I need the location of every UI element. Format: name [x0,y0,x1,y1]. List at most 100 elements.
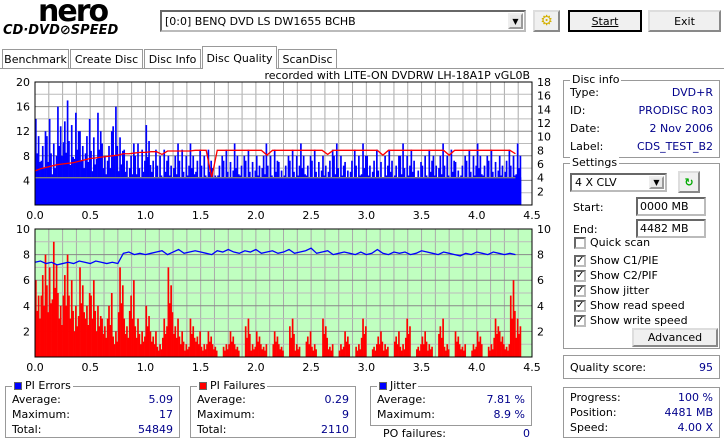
x-tick-label: 2.5 [302,361,320,372]
checkbox-box[interactable]: ✓ [574,284,586,297]
bar-base [277,177,284,205]
pi-failures-title: PI Failures [210,379,266,392]
progress-box: Progress: 100 % Position: 4481 MB Speed: 4.00… [563,387,720,438]
bar-pif [215,350,218,357]
bar-base [244,177,251,205]
checkbox-box[interactable]: ✓ [574,299,586,312]
y2-tick-label: 4 [537,300,544,313]
checkbox-show-c1-pie[interactable]: ✓ Show C1/PIE [574,254,658,267]
tab-disc-info[interactable]: Disc Info [144,49,201,69]
bar-base [404,177,411,205]
bar-base [316,177,323,205]
checkbox-box[interactable]: ✓ [574,269,586,282]
pi-failures-group: PI Failures Average: 0.29 Maximum: 9 Total: 2… [190,379,356,438]
checkbox-box[interactable]: ✓ [574,314,586,327]
y-tick-label: 10 [16,223,30,236]
stat-label: Maximum: [377,408,435,421]
x-tick-label: 1.0 [137,209,155,222]
checkbox-show-jitter[interactable]: ✓ Show jitter [574,284,649,297]
stat-value: 4481 MB [664,406,713,419]
po-failures-row: PO failures: 0 [383,427,532,440]
checkbox-label: Show jitter [590,284,650,297]
advanced-label: Advanced [647,331,703,344]
y2-tick-label: 8 [537,144,544,157]
bar-base [145,177,152,205]
bar-base [206,177,213,205]
bar-base [449,177,455,205]
y-tick-label: 8 [23,150,30,163]
start-input[interactable]: 0000 MB [636,197,706,216]
jitter-title: Jitter [390,379,417,392]
start-button[interactable]: Start [568,10,642,32]
po-failures-value: 0 [523,427,530,440]
bar-base [57,177,63,205]
stat-label: Date: [570,122,600,135]
x-tick-label: 3.5 [413,361,431,372]
chevron-down-icon[interactable]: ▼ [508,13,523,29]
y-tick-label: 4 [23,174,30,187]
exit-label: Exit [674,14,695,28]
exit-button[interactable]: Exit [648,10,721,32]
stat-label: Maximum: [12,408,70,421]
bar-pif [364,326,367,357]
bar-pif [447,349,450,357]
bar-base [504,177,511,205]
quality-score-label: Quality score: [570,361,647,374]
x-tick-label: 0.0 [26,361,44,372]
tab-create-disc[interactable]: Create Disc [70,49,143,69]
checkbox-quick-scan[interactable]: Quick scan [574,236,650,249]
stat-label: Total: [197,423,227,436]
x-tick-label: 2.5 [302,209,320,222]
stat-label: Average: [12,393,61,406]
checkbox-show-write-speed[interactable]: ✓ Show write speed [574,314,688,327]
bar-base [443,177,450,205]
checkbox-label: Show C2/PIF [590,269,658,282]
advanced-button[interactable]: Advanced [632,328,718,347]
pi-errors-group: PI Errors Average: 5.09 Maximum: 17 Total: 54… [5,379,180,438]
checkbox-show-c2-pif[interactable]: ✓ Show C2/PIF [574,269,658,282]
bar-base [250,177,257,205]
bar-base [327,177,334,205]
checkbox-box[interactable] [574,236,586,249]
checkbox-box[interactable]: ✓ [574,254,586,267]
bar-base [333,177,340,205]
bar-pif [431,346,433,357]
charts: 0.0 0.5 1.0 1.5 2.0 2.5 3.0 3.5 4.0 4.54812162024… [16,76,551,372]
y2-tick-label: 6 [537,274,544,287]
bar-base [62,177,69,205]
stat-value: 0.29 [324,393,350,406]
bar-base [377,177,384,205]
checkbox-label: Show write speed [590,314,688,327]
x-tick-label: 0.5 [81,209,99,222]
bar-base [476,177,483,205]
stat-row: Date: 2 Nov 2006 [570,122,713,135]
bar-base [189,177,196,205]
stat-value: 4.00 X [677,421,713,434]
bar-base [393,177,400,205]
x-tick-label: 3.0 [358,209,376,222]
stat-row: ID: PRODISC R03 [570,104,713,117]
stat-label: Speed: [570,421,609,434]
bar-pif [265,344,268,357]
drive-info-button[interactable]: ⚙ [533,10,560,32]
y2-tick-label: 18 [537,76,551,89]
tab-benchmark[interactable]: Benchmark [2,49,69,69]
bar-base [300,177,306,205]
chevron-down-icon[interactable]: ▼ [649,176,664,189]
speed-select[interactable]: 4 X CLV ▼ [570,173,667,192]
checkbox-show-read-speed[interactable]: ✓ Show read speed [574,299,685,312]
drive-select[interactable]: [0:0] BENQ DVD LS DW1655 BCHB ▼ [160,10,526,32]
y2-tick-label: 10 [537,223,551,236]
bar-pif [464,344,467,357]
bar-pif [237,350,240,357]
tab-disc-quality[interactable]: Disc Quality [202,46,277,69]
bar-base [294,177,301,205]
bar-base [355,177,362,205]
tab-scandisc[interactable]: ScanDisc [278,49,337,69]
bar-base [272,177,279,205]
stat-row: Average: 5.09 [12,393,173,406]
refresh-button[interactable]: ↻ [678,171,700,193]
bar-base [123,177,130,205]
settings-title: Settings [570,156,620,169]
stat-row: Maximum: 9 [197,408,349,421]
